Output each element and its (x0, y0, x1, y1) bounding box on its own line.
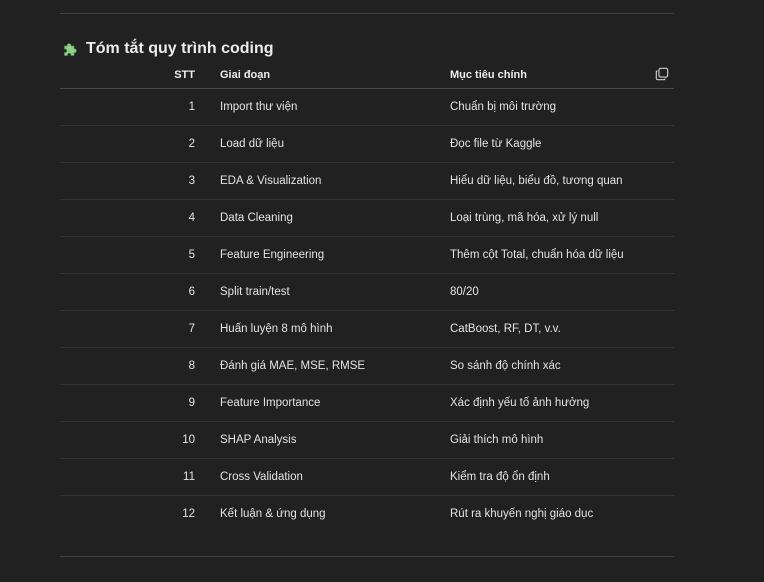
row-stage: Huấn luyện 8 mô hình (220, 323, 333, 335)
row-stt: 12 (182, 508, 195, 520)
row-stage: EDA & Visualization (220, 175, 322, 187)
row-goal: Thêm cột Total, chuẩn hóa dữ liệu (450, 249, 624, 261)
row-goal: Rút ra khuyến nghị giáo dục (450, 508, 594, 520)
row-stage: Split train/test (220, 286, 290, 298)
row-goal: Chuẩn bị môi trường (450, 101, 557, 113)
row-goal: Loại trùng, mã hóa, xử lý null (450, 212, 599, 224)
row-goal: Kiểm tra độ ổn định (450, 471, 550, 483)
table-header: STT Giai đoạn Mục tiêu chính (60, 60, 674, 89)
table-row: 6 Split train/test 80/20 (60, 274, 674, 311)
row-stt: 9 (188, 397, 195, 409)
header-stt: STT (174, 69, 195, 81)
row-goal: Đọc file từ Kaggle (450, 138, 542, 150)
table-row: 12 Kết luận & ứng dụng Rút ra khuyến nghị … (60, 496, 674, 532)
row-stt: 1 (188, 101, 195, 113)
row-stage: Import thư viện (220, 101, 298, 113)
header-stage: Giai đoạn (220, 69, 271, 81)
row-stage: Data Cleaning (220, 212, 293, 224)
table-row: 7 Huấn luyện 8 mô hình CatBoost, RF, DT, v… (60, 311, 674, 348)
row-stt: 5 (188, 249, 195, 261)
section-heading: Tóm tắt quy trình coding (62, 38, 274, 60)
table-row: 2 Load dữ liệu Đọc file từ Kaggle (60, 126, 674, 163)
table-body: 1 Import thư viện Chuẩn bị môi trường 2 Load… (60, 89, 674, 532)
row-stt: 8 (188, 360, 195, 372)
row-goal: Giải thích mô hình (450, 434, 544, 446)
row-goal: CatBoost, RF, DT, v.v. (450, 323, 561, 335)
puzzle-piece-icon (64, 42, 77, 56)
table-row: 1 Import thư viện Chuẩn bị môi trường (60, 89, 674, 126)
section-title: Tóm tắt quy trình coding (86, 40, 274, 57)
table-row: 3 EDA & Visualization Hiểu dữ liệu, biểu đ… (60, 163, 674, 200)
row-stage: Đánh giá MAE, MSE, RMSE (220, 360, 366, 372)
row-goal: Xác định yếu tố ảnh hưởng (450, 397, 590, 409)
row-stt: 2 (188, 138, 195, 150)
row-goal: 80/20 (450, 286, 479, 298)
row-stage: Load dữ liệu (220, 138, 284, 150)
chat-message-content: Tóm tắt quy trình coding STT Giai đoạn M… (0, 0, 764, 582)
row-stage: SHAP Analysis (220, 434, 297, 446)
table-row: 5 Feature Engineering Thêm cột Total, chuẩ… (60, 237, 674, 274)
row-stage: Kết luận & ứng dụng (220, 508, 326, 520)
table-row: 11 Cross Validation Kiểm tra độ ổn định (60, 459, 674, 496)
bottom-divider (60, 556, 674, 557)
table-row: 9 Feature Importance Xác định yếu tố ảnh h… (60, 385, 674, 422)
row-goal: Hiểu dữ liệu, biểu đồ, tương quan (450, 175, 623, 187)
row-stt: 10 (182, 434, 195, 446)
table-row: 4 Data Cleaning Loại trùng, mã hóa, xử lý … (60, 200, 674, 237)
row-stage: Feature Engineering (220, 249, 325, 261)
row-stt: 7 (188, 323, 195, 335)
row-stt: 4 (188, 212, 195, 224)
table-row: 10 SHAP Analysis Giải thích mô hình (60, 422, 674, 459)
table-row: 8 Đánh giá MAE, MSE, RMSE So sánh độ chính… (60, 348, 674, 385)
row-stt: 6 (188, 286, 195, 298)
row-stt: 11 (183, 471, 195, 483)
summary-table: STT Giai đoạn Mục tiêu chính 1 Import thư… (60, 60, 674, 532)
row-stage: Feature Importance (220, 397, 321, 409)
row-goal: So sánh độ chính xác (450, 360, 561, 372)
header-goal: Mục tiêu chính (450, 69, 527, 81)
row-stage: Cross Validation (220, 471, 303, 483)
row-stt: 3 (188, 175, 195, 187)
top-divider (60, 13, 674, 14)
